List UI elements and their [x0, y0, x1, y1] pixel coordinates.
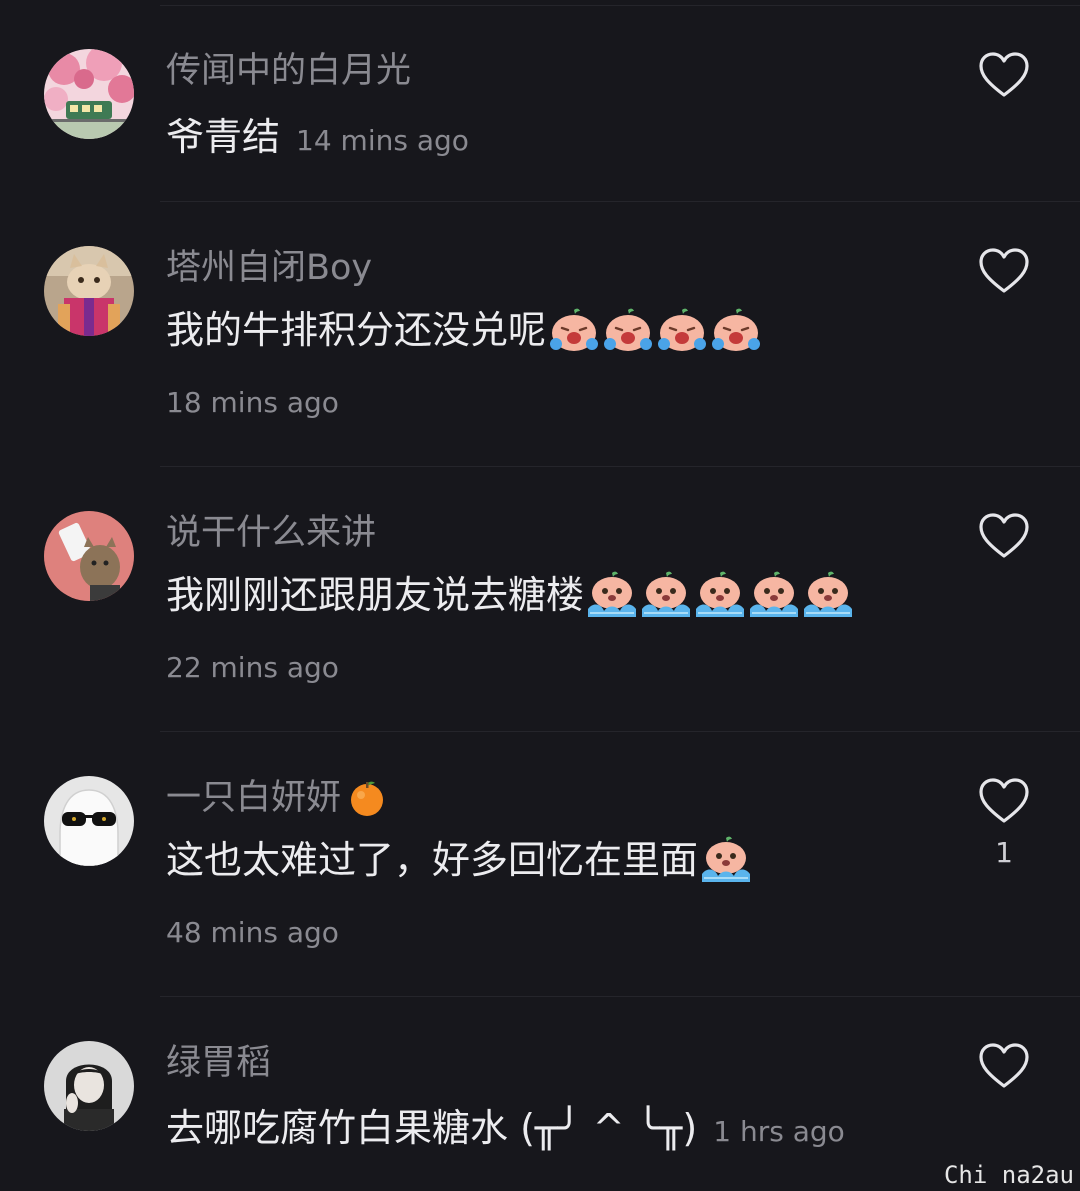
- sobbing-face-emoji: [748, 571, 800, 619]
- like-heart-icon[interactable]: [978, 513, 1030, 559]
- avatar[interactable]: [44, 776, 134, 866]
- comment-text: 我刚刚还跟朋友说去糖楼: [166, 571, 854, 619]
- divider: [160, 996, 1080, 997]
- like-heart-icon[interactable]: [978, 778, 1030, 824]
- avatar[interactable]: [44, 49, 134, 139]
- username[interactable]: 绿胃稻: [166, 1043, 271, 1083]
- comment-text: 去哪吃腐竹白果糖水 (╥╯ ^ ╰╥) 1 hrs ago: [166, 1104, 845, 1152]
- username[interactable]: 塔州自闭Boy: [166, 248, 372, 288]
- comment-text-content: 这也太难过了，好多回忆在里面: [166, 838, 699, 882]
- crying-face-emoji: [710, 306, 762, 354]
- sobbing-face-emoji: [640, 571, 692, 619]
- like-heart-icon[interactable]: [978, 248, 1030, 294]
- sobbing-face-emoji: [586, 571, 638, 619]
- crying-face-emoji: [656, 306, 708, 354]
- timestamp: 22 mins ago: [166, 651, 339, 684]
- comment-text-content: 我的牛排积分还没兑呢: [166, 308, 547, 352]
- comment-text: 爷青结 14 mins ago: [166, 113, 469, 161]
- timestamp: 1 hrs ago: [713, 1115, 845, 1148]
- username[interactable]: 说干什么来讲: [166, 513, 376, 553]
- like-heart-icon[interactable]: [978, 52, 1030, 98]
- username[interactable]: 传闻中的白月光: [166, 51, 411, 91]
- like-heart-icon[interactable]: [978, 1043, 1030, 1089]
- avatar[interactable]: [44, 1041, 134, 1131]
- username[interactable]: 一只白妍妍: [166, 778, 387, 818]
- sobbing-face-emoji: [802, 571, 854, 619]
- comment-text-content: 我刚刚还跟朋友说去糖楼: [166, 573, 585, 617]
- comment-text: 这也太难过了，好多回忆在里面: [166, 836, 752, 884]
- timestamp: 14 mins ago: [296, 124, 469, 157]
- avatar[interactable]: [44, 511, 134, 601]
- sobbing-face-emoji: [694, 571, 746, 619]
- watermark: Chi na2au: [943, 1161, 1074, 1189]
- crying-face-emoji: [548, 306, 600, 354]
- username-text: 一只白妍妍: [166, 778, 342, 818]
- comment-text-content: 去哪吃腐竹白果糖水 (╥╯ ^ ╰╥): [166, 1106, 698, 1150]
- divider: [160, 5, 1080, 6]
- divider: [160, 731, 1080, 732]
- divider: [160, 201, 1080, 202]
- timestamp: 48 mins ago: [166, 916, 339, 949]
- tangerine-emoji: [347, 778, 387, 818]
- timestamp: 18 mins ago: [166, 386, 339, 419]
- crying-face-emoji: [602, 306, 654, 354]
- comment-text: 我的牛排积分还没兑呢: [166, 306, 762, 354]
- sobbing-face-emoji: [700, 836, 752, 884]
- comment-text-content: 爷青结: [166, 115, 281, 159]
- like-count: 1: [995, 836, 1013, 869]
- divider: [160, 466, 1080, 467]
- avatar[interactable]: [44, 246, 134, 336]
